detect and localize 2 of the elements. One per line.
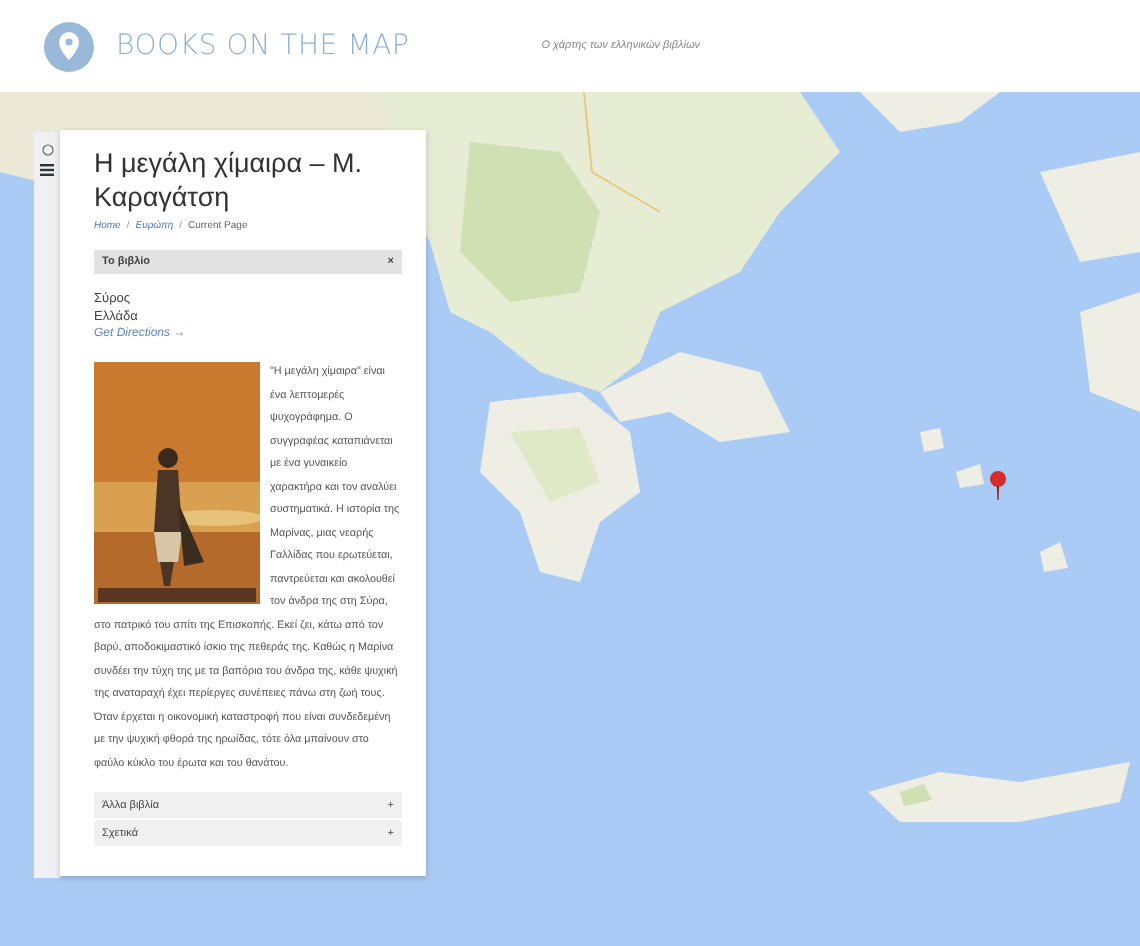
site-title: BOOKS ON THE MAP	[116, 30, 410, 62]
logo-icon	[44, 21, 94, 71]
